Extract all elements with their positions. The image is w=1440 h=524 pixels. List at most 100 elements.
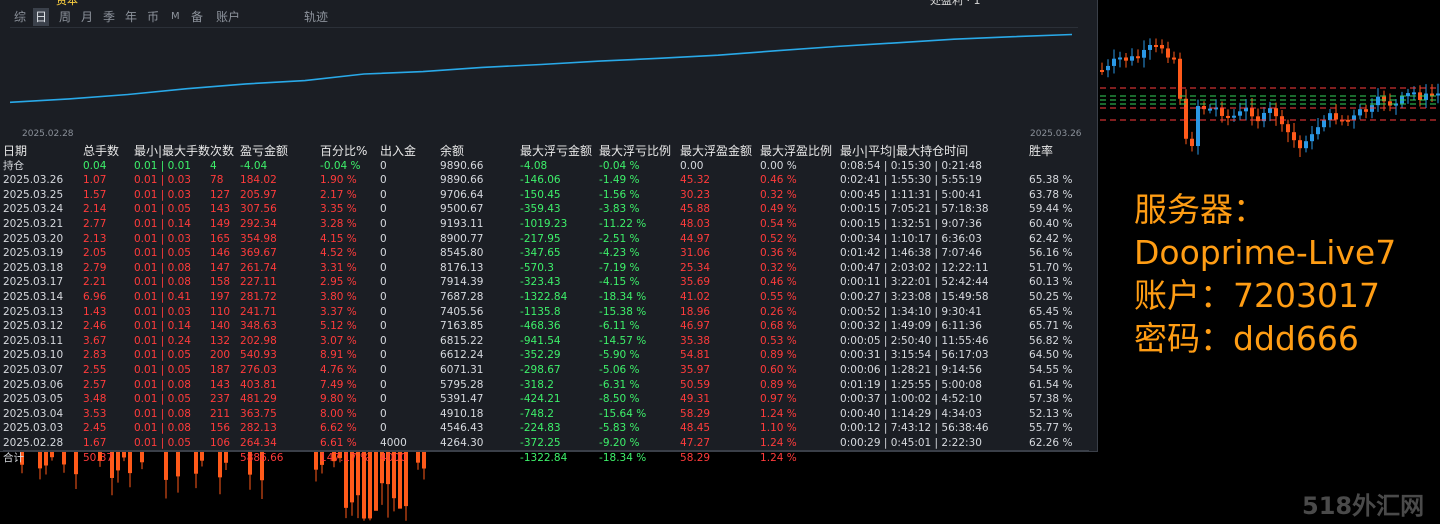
cell-pnl: 354.98 <box>240 232 277 245</box>
cell-percent: 4.52 % <box>320 247 357 260</box>
tab-quarterly[interactable]: 季 <box>101 8 117 26</box>
cell-date: 2025.03.03 <box>3 422 64 435</box>
table-row[interactable]: 2025.03.26 1.07 0.01 | 0.03 78 184.02 1.90 % 0… <box>3 173 1089 188</box>
cell-win-rate: 63.78 % <box>1029 188 1073 201</box>
tab-weekly[interactable]: 周 <box>57 8 73 26</box>
header-max-float-profit[interactable]: 最大浮盈金额 <box>680 144 760 159</box>
header-pnl[interactable]: 盈亏金额 <box>240 144 320 159</box>
table-row[interactable]: 2025.03.04 3.53 0.01 | 0.08 211 363.75 8.00 %… <box>3 407 1089 422</box>
table-row[interactable]: 2025.03.14 6.96 0.01 | 0.41 197 281.72 3.80 %… <box>3 290 1089 305</box>
cell-win-rate: 50.25 % <box>1029 290 1073 303</box>
cell-win-rate: 57.38 % <box>1029 393 1073 406</box>
table-row[interactable]: 2025.03.05 3.48 0.01 | 0.05 237 481.29 9.80 %… <box>3 392 1089 407</box>
cell-balance: 8545.80 <box>440 247 484 260</box>
header-win-rate[interactable]: 胜率 <box>1029 144 1089 159</box>
candle <box>1178 58 1182 99</box>
cell-date: 2025.03.14 <box>3 290 64 303</box>
candle <box>1316 127 1320 135</box>
cell-max-float-loss: -4.08 <box>520 159 548 172</box>
cell-max-float-loss-pct: -6.11 % <box>599 320 640 333</box>
cell-percent: 5.12 % <box>320 320 357 333</box>
cell-max-float-loss: -468.36 <box>520 320 561 333</box>
cell-pnl: 205.97 <box>240 188 277 201</box>
cell-max-float-profit: 49.31 <box>680 393 711 406</box>
cell-max-float-loss-pct: -4.15 % <box>599 276 640 289</box>
header-deposit[interactable]: 出入金 <box>380 144 440 159</box>
cell-max-float-profit: 48.45 <box>680 422 711 435</box>
table-row[interactable]: 2025.03.24 2.14 0.01 | 0.05 143 307.56 3.35 %… <box>3 202 1089 217</box>
cell-date: 2025.03.20 <box>3 232 64 245</box>
cell-date: 2025.03.26 <box>3 174 64 187</box>
cell-trades: 127 <box>210 188 231 201</box>
candle <box>1190 138 1194 147</box>
candle <box>1334 113 1338 120</box>
cell-percent: 8.91 % <box>320 349 357 362</box>
header-max-float-loss-pct[interactable]: 最大浮亏比例 <box>599 144 680 159</box>
cell-max-float-loss: -372.25 <box>520 436 561 449</box>
table-row[interactable]: 2025.03.07 2.55 0.01 | 0.05 187 276.03 4.76 %… <box>3 363 1089 378</box>
cell-max-float-profit-pct: 1.24 % <box>760 407 797 420</box>
header-percent[interactable]: 百分比% <box>320 144 380 159</box>
table-row[interactable]: 2025.03.21 2.77 0.01 | 0.14 149 292.34 3.28 %… <box>3 217 1089 232</box>
table-row[interactable]: 2025.03.18 2.79 0.01 | 0.08 147 261.74 3.31 %… <box>3 261 1089 276</box>
total-row[interactable]: 合计 50.37 5886.66 147.17 % 4000 -1322.84 -18.34… <box>3 450 1090 467</box>
tab-monthly[interactable]: 月 <box>79 8 95 26</box>
cell-percent: 2.17 % <box>320 188 357 201</box>
table-row[interactable]: 2025.03.10 2.83 0.01 | 0.05 200 540.93 8.91 %… <box>3 348 1089 363</box>
cell-max-float-loss: -217.95 <box>520 232 561 245</box>
header-min-max-lots[interactable]: 最小|最大手数 <box>134 144 210 159</box>
cell-total-lots: 2.79 <box>83 261 107 274</box>
cell-max-float-profit: 31.06 <box>680 247 711 260</box>
cell-deposit: 0 <box>380 232 387 245</box>
header-max-float-profit-pct[interactable]: 最大浮盈比例 <box>760 144 840 159</box>
cell-percent: 4.15 % <box>320 232 357 245</box>
tab-magic[interactable]: M <box>169 8 182 26</box>
candle <box>1382 96 1386 102</box>
table-row[interactable]: 2025.03.19 2.05 0.01 | 0.05 146 369.67 4.52 %… <box>3 246 1089 261</box>
cell-max-float-profit: 35.97 <box>680 363 711 376</box>
table-row[interactable]: 2025.03.12 2.46 0.01 | 0.14 140 348.63 5.12 %… <box>3 319 1089 334</box>
table-row[interactable]: 2025.03.13 1.43 0.01 | 0.03 110 241.71 3.37 %… <box>3 305 1089 320</box>
cell-max-float-loss-pct: -4.23 % <box>599 247 640 260</box>
candle <box>1184 98 1188 139</box>
header-total-lots[interactable]: 总手数 <box>83 144 134 159</box>
cell-date: 2025.03.21 <box>3 217 64 230</box>
table-row[interactable]: 2025.03.20 2.13 0.01 | 0.03 165 354.98 4.15 %… <box>3 232 1089 247</box>
tab-currency[interactable]: 币 <box>145 8 161 26</box>
tab-summary[interactable]: 综 <box>12 8 28 26</box>
cell-hold-time: 0:00:31 | 3:15:54 | 56:17:03 <box>840 349 989 362</box>
cell-total-lots: 2.05 <box>83 247 107 260</box>
header-trades[interactable]: 次数 <box>210 144 240 159</box>
tab-daily[interactable]: 日 <box>33 8 50 26</box>
header-balance[interactable]: 余额 <box>440 144 520 159</box>
header-hold-time[interactable]: 最小|平均|最大持仓时间 <box>840 144 1029 159</box>
header-date[interactable]: 日期 <box>3 144 83 159</box>
candle <box>1328 113 1332 121</box>
header-max-float-loss[interactable]: 最大浮亏金额 <box>520 144 599 159</box>
cell-min-max-lots: 0.01 | 0.14 <box>134 217 191 230</box>
cell-balance: 8176.13 <box>440 261 484 274</box>
cell-total-lots: 2.77 <box>83 217 107 230</box>
table-row[interactable]: 2025.03.06 2.57 0.01 | 0.08 143 403.81 7.49 %… <box>3 378 1089 393</box>
cell-deposit: 0 <box>380 320 387 333</box>
table-row[interactable]: 2025.03.03 2.45 0.01 | 0.08 156 282.13 6.62 %… <box>3 421 1089 436</box>
tab-yearly[interactable]: 年 <box>123 8 139 26</box>
tab-account[interactable]: 账户 <box>214 8 242 26</box>
cell-win-rate: 56.82 % <box>1029 334 1073 347</box>
cell-hold-time: 0:00:52 | 1:34:10 | 9:30:41 <box>840 305 982 318</box>
tab-trajectory[interactable]: 轨迹 <box>302 8 330 26</box>
cell-max-float-profit: 45.88 <box>680 203 711 216</box>
daily-stats-table: 日期 总手数 最小|最大手数 次数 盈亏金额 百分比% 出入金 余额 最大浮亏金额 最大浮亏比例最… <box>3 144 1090 467</box>
cell-total-lots: 2.46 <box>83 320 107 333</box>
holding-row[interactable]: 持仓 0.04 0.01 | 0.01 4 -4.04 -0.04 % 0 9890.66 -4… <box>3 159 1089 174</box>
tab-notes[interactable]: 备 <box>189 8 205 26</box>
table-row[interactable]: 2025.03.11 3.67 0.01 | 0.24 132 202.98 3.07 %… <box>3 334 1089 349</box>
cell-min-max-lots: 0.01 | 0.05 <box>134 436 191 449</box>
cell-hold-time: 0:00:34 | 1:10:17 | 6:36:03 <box>840 232 982 245</box>
table-row[interactable]: 2025.02.28 1.67 0.01 | 0.05 106 264.34 6.61 %… <box>3 436 1089 451</box>
cell-win-rate: 65.38 % <box>1029 174 1073 187</box>
cell-min-max-lots: 0.01 | 0.05 <box>134 393 191 406</box>
table-row[interactable]: 2025.03.17 2.21 0.01 | 0.08 158 227.11 2.95 %… <box>3 275 1089 290</box>
table-row[interactable]: 2025.03.25 1.57 0.01 | 0.03 127 205.97 2.17 %… <box>3 188 1089 203</box>
cell-max-float-profit: 54.81 <box>680 349 711 362</box>
